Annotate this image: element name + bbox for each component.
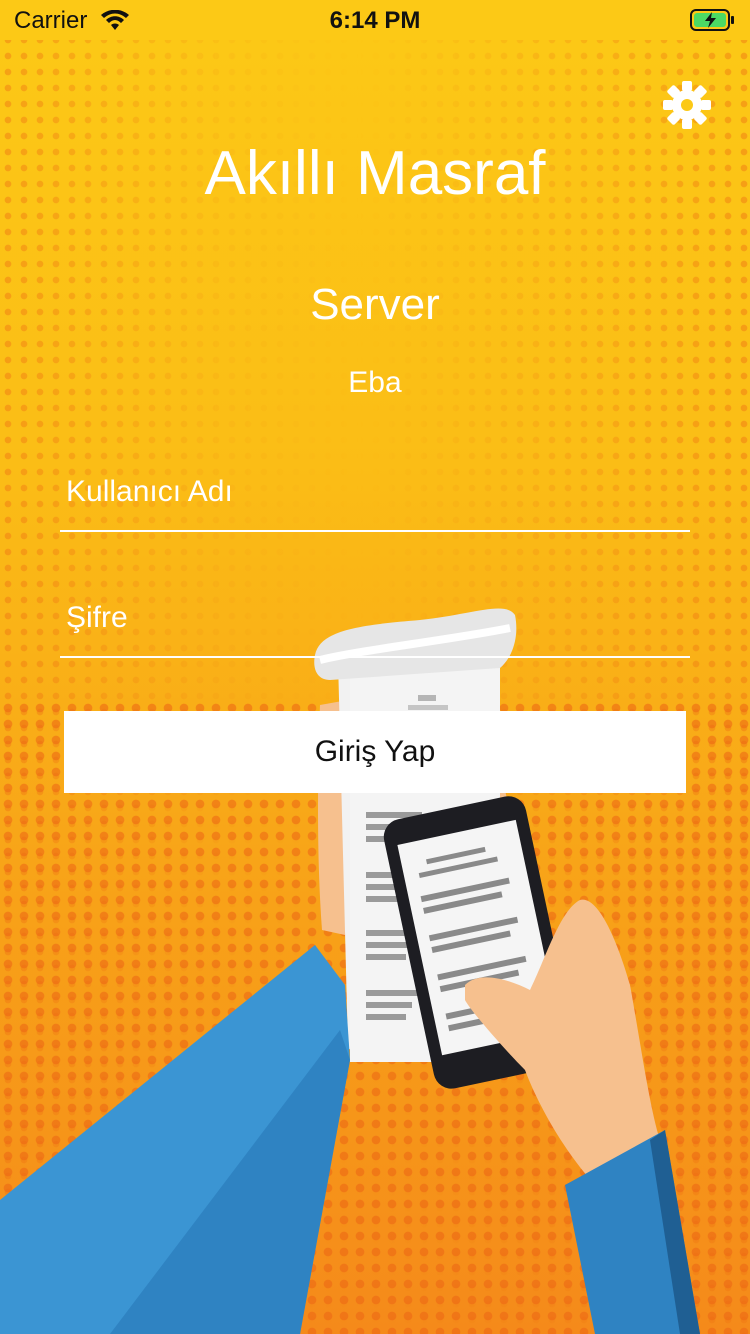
gear-icon[interactable] bbox=[662, 80, 712, 130]
status-bar: Carrier 6:14 PM bbox=[0, 0, 750, 40]
battery-charging-icon bbox=[690, 9, 734, 31]
password-field-container bbox=[60, 582, 690, 658]
server-label: Server bbox=[310, 280, 440, 329]
username-field-container bbox=[60, 456, 690, 532]
login-button[interactable]: Giriş Yap bbox=[64, 711, 686, 793]
server-name[interactable]: Eba bbox=[0, 366, 750, 400]
password-input[interactable] bbox=[64, 582, 668, 654]
app-title: Akıllı Masraf bbox=[204, 139, 546, 208]
clock: 6:14 PM bbox=[329, 7, 421, 34]
username-input[interactable] bbox=[64, 456, 668, 528]
